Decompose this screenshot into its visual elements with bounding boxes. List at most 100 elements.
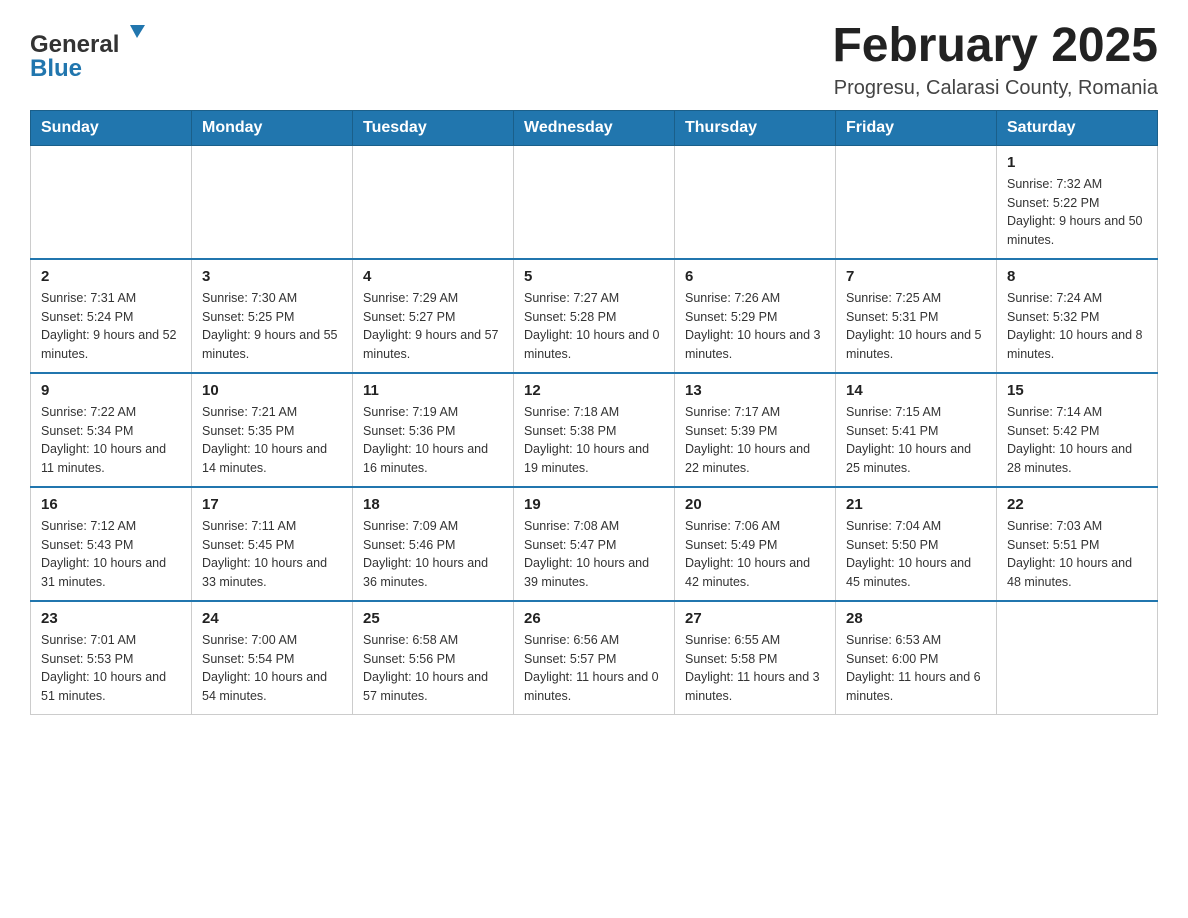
day-number: 2 <box>41 268 181 285</box>
day-info: Sunrise: 7:21 AMSunset: 5:35 PMDaylight:… <box>202 403 342 478</box>
calendar-cell: 27 Sunrise: 6:55 AMSunset: 5:58 PMDayligh… <box>675 601 836 715</box>
day-info: Sunrise: 7:29 AMSunset: 5:27 PMDaylight:… <box>363 289 503 364</box>
calendar-cell <box>31 145 192 259</box>
day-info: Sunrise: 7:17 AMSunset: 5:39 PMDaylight:… <box>685 403 825 478</box>
day-info: Sunrise: 7:15 AMSunset: 5:41 PMDaylight:… <box>846 403 986 478</box>
day-number: 7 <box>846 268 986 285</box>
day-info: Sunrise: 7:12 AMSunset: 5:43 PMDaylight:… <box>41 517 181 592</box>
day-info: Sunrise: 6:55 AMSunset: 5:58 PMDaylight:… <box>685 631 825 706</box>
day-info: Sunrise: 7:30 AMSunset: 5:25 PMDaylight:… <box>202 289 342 364</box>
day-info: Sunrise: 7:01 AMSunset: 5:53 PMDaylight:… <box>41 631 181 706</box>
calendar-cell: 22 Sunrise: 7:03 AMSunset: 5:51 PMDayligh… <box>997 487 1158 601</box>
day-info: Sunrise: 7:19 AMSunset: 5:36 PMDaylight:… <box>363 403 503 478</box>
calendar-cell: 17 Sunrise: 7:11 AMSunset: 5:45 PMDayligh… <box>192 487 353 601</box>
day-number: 12 <box>524 382 664 399</box>
day-info: Sunrise: 6:56 AMSunset: 5:57 PMDaylight:… <box>524 631 664 706</box>
day-number: 5 <box>524 268 664 285</box>
day-info: Sunrise: 7:27 AMSunset: 5:28 PMDaylight:… <box>524 289 664 364</box>
calendar-cell: 13 Sunrise: 7:17 AMSunset: 5:39 PMDayligh… <box>675 373 836 487</box>
day-info: Sunrise: 6:53 AMSunset: 6:00 PMDaylight:… <box>846 631 986 706</box>
day-number: 26 <box>524 610 664 627</box>
logo: General Blue <box>30 20 160 85</box>
week-row-1: 1 Sunrise: 7:32 AMSunset: 5:22 PMDaylight… <box>31 145 1158 259</box>
svg-text:Blue: Blue <box>30 55 82 82</box>
calendar-cell: 5 Sunrise: 7:27 AMSunset: 5:28 PMDaylight… <box>514 259 675 373</box>
day-info: Sunrise: 7:00 AMSunset: 5:54 PMDaylight:… <box>202 631 342 706</box>
week-row-2: 2 Sunrise: 7:31 AMSunset: 5:24 PMDaylight… <box>31 259 1158 373</box>
day-number: 24 <box>202 610 342 627</box>
day-number: 20 <box>685 496 825 513</box>
day-number: 19 <box>524 496 664 513</box>
day-info: Sunrise: 7:04 AMSunset: 5:50 PMDaylight:… <box>846 517 986 592</box>
day-info: Sunrise: 7:31 AMSunset: 5:24 PMDaylight:… <box>41 289 181 364</box>
day-number: 13 <box>685 382 825 399</box>
calendar-cell: 28Sunrise: 6:53 AMSunset: 6:00 PMDayligh… <box>836 601 997 715</box>
calendar-cell <box>997 601 1158 715</box>
calendar-cell <box>514 145 675 259</box>
weekday-header-tuesday: Tuesday <box>353 110 514 145</box>
day-info: Sunrise: 6:58 AMSunset: 5:56 PMDaylight:… <box>363 631 503 706</box>
calendar-cell: 16 Sunrise: 7:12 AMSunset: 5:43 PMDayligh… <box>31 487 192 601</box>
day-number: 22 <box>1007 496 1147 513</box>
calendar-cell: 14 Sunrise: 7:15 AMSunset: 5:41 PMDayligh… <box>836 373 997 487</box>
day-info: Sunrise: 7:11 AMSunset: 5:45 PMDaylight:… <box>202 517 342 592</box>
day-number: 6 <box>685 268 825 285</box>
day-number: 14 <box>846 382 986 399</box>
calendar-cell: 19 Sunrise: 7:08 AMSunset: 5:47 PMDayligh… <box>514 487 675 601</box>
day-number: 21 <box>846 496 986 513</box>
calendar-cell <box>675 145 836 259</box>
calendar-cell: 12Sunrise: 7:18 AMSunset: 5:38 PMDayligh… <box>514 373 675 487</box>
day-number: 15 <box>1007 382 1147 399</box>
title-block: February 2025 Progresu, Calarasi County,… <box>832 20 1158 100</box>
day-info: Sunrise: 7:14 AMSunset: 5:42 PMDaylight:… <box>1007 403 1147 478</box>
page-header: General Blue February 2025 Progresu, Cal… <box>30 20 1158 100</box>
day-number: 16 <box>41 496 181 513</box>
calendar-cell <box>192 145 353 259</box>
day-info: Sunrise: 7:32 AMSunset: 5:22 PMDaylight:… <box>1007 175 1147 250</box>
calendar-cell: 10 Sunrise: 7:21 AMSunset: 5:35 PMDayligh… <box>192 373 353 487</box>
day-info: Sunrise: 7:26 AMSunset: 5:29 PMDaylight:… <box>685 289 825 364</box>
weekday-header-thursday: Thursday <box>675 110 836 145</box>
calendar-cell <box>836 145 997 259</box>
calendar-cell: 24 Sunrise: 7:00 AMSunset: 5:54 PMDayligh… <box>192 601 353 715</box>
calendar-cell: 6 Sunrise: 7:26 AMSunset: 5:29 PMDaylight… <box>675 259 836 373</box>
calendar-cell: 20Sunrise: 7:06 AMSunset: 5:49 PMDayligh… <box>675 487 836 601</box>
day-info: Sunrise: 7:25 AMSunset: 5:31 PMDaylight:… <box>846 289 986 364</box>
svg-text:General: General <box>30 31 119 58</box>
calendar-cell: 4Sunrise: 7:29 AMSunset: 5:27 PMDaylight… <box>353 259 514 373</box>
day-info: Sunrise: 7:08 AMSunset: 5:47 PMDaylight:… <box>524 517 664 592</box>
calendar-cell: 8Sunrise: 7:24 AMSunset: 5:32 PMDaylight… <box>997 259 1158 373</box>
week-row-3: 9 Sunrise: 7:22 AMSunset: 5:34 PMDaylight… <box>31 373 1158 487</box>
day-number: 27 <box>685 610 825 627</box>
calendar-cell: 1 Sunrise: 7:32 AMSunset: 5:22 PMDaylight… <box>997 145 1158 259</box>
day-number: 17 <box>202 496 342 513</box>
calendar-cell: 26 Sunrise: 6:56 AMSunset: 5:57 PMDayligh… <box>514 601 675 715</box>
day-info: Sunrise: 7:09 AMSunset: 5:46 PMDaylight:… <box>363 517 503 592</box>
calendar-cell: 25 Sunrise: 6:58 AMSunset: 5:56 PMDayligh… <box>353 601 514 715</box>
day-number: 10 <box>202 382 342 399</box>
day-number: 18 <box>363 496 503 513</box>
calendar-cell: 21 Sunrise: 7:04 AMSunset: 5:50 PMDayligh… <box>836 487 997 601</box>
calendar-table: SundayMondayTuesdayWednesdayThursdayFrid… <box>30 110 1158 715</box>
month-title: February 2025 <box>832 20 1158 73</box>
location-subtitle: Progresu, Calarasi County, Romania <box>832 77 1158 100</box>
weekday-header-friday: Friday <box>836 110 997 145</box>
calendar-cell: 23Sunrise: 7:01 AMSunset: 5:53 PMDayligh… <box>31 601 192 715</box>
weekday-header-monday: Monday <box>192 110 353 145</box>
calendar-cell: 15 Sunrise: 7:14 AMSunset: 5:42 PMDayligh… <box>997 373 1158 487</box>
day-info: Sunrise: 7:03 AMSunset: 5:51 PMDaylight:… <box>1007 517 1147 592</box>
day-number: 11 <box>363 382 503 399</box>
day-number: 1 <box>1007 154 1147 171</box>
day-number: 8 <box>1007 268 1147 285</box>
calendar-cell: 3Sunrise: 7:30 AMSunset: 5:25 PMDaylight… <box>192 259 353 373</box>
calendar-cell: 9 Sunrise: 7:22 AMSunset: 5:34 PMDaylight… <box>31 373 192 487</box>
weekday-header-saturday: Saturday <box>997 110 1158 145</box>
day-number: 25 <box>363 610 503 627</box>
logo-svg: General Blue <box>30 20 160 85</box>
day-info: Sunrise: 7:22 AMSunset: 5:34 PMDaylight:… <box>41 403 181 478</box>
day-number: 9 <box>41 382 181 399</box>
calendar-cell <box>353 145 514 259</box>
calendar-cell: 18 Sunrise: 7:09 AMSunset: 5:46 PMDayligh… <box>353 487 514 601</box>
calendar-cell: 2 Sunrise: 7:31 AMSunset: 5:24 PMDaylight… <box>31 259 192 373</box>
week-row-4: 16 Sunrise: 7:12 AMSunset: 5:43 PMDayligh… <box>31 487 1158 601</box>
